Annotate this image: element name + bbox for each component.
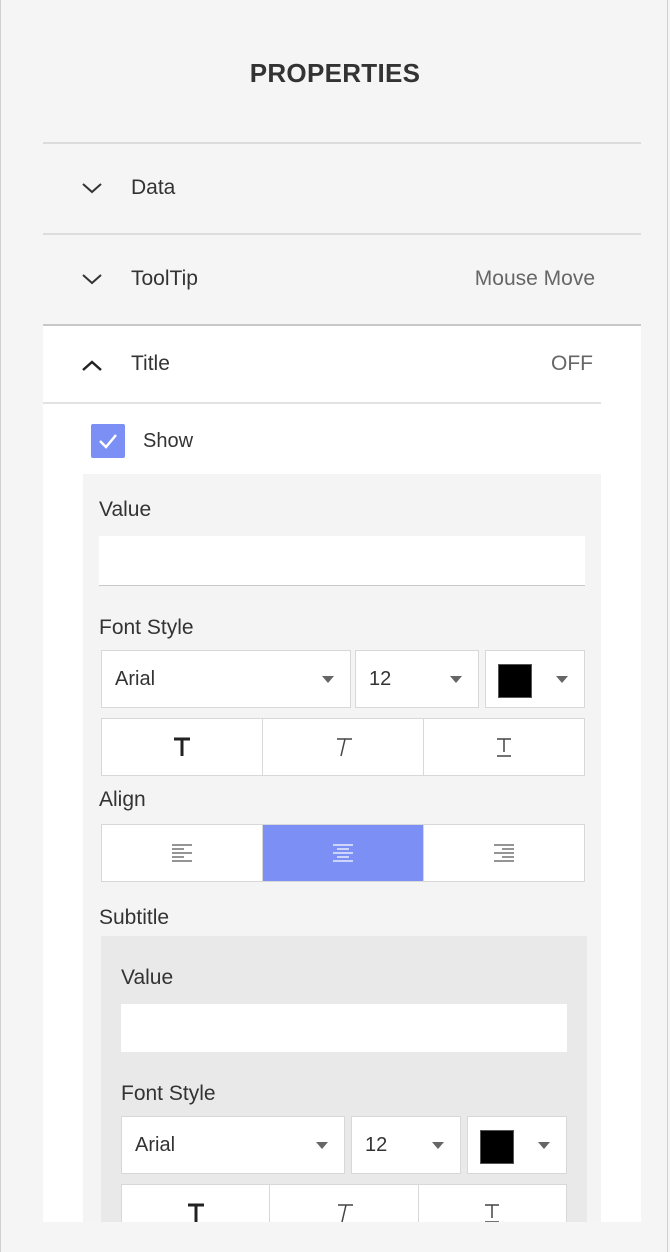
- title-bold-button[interactable]: [102, 719, 263, 775]
- title-value-input[interactable]: [99, 536, 585, 586]
- title-value-label: Value: [99, 498, 152, 521]
- section-data-header[interactable]: Data: [43, 142, 641, 232]
- align-center-icon: [333, 844, 353, 862]
- panel-title: PROPERTIES: [249, 58, 421, 88]
- bold-icon: [174, 737, 190, 756]
- align-right-icon: [494, 844, 514, 862]
- section-title-label: Title: [131, 352, 170, 375]
- check-icon: [99, 434, 117, 449]
- caret-down-icon: [450, 676, 462, 683]
- caret-down-icon: [322, 676, 334, 683]
- chevron-down-icon: [82, 274, 102, 285]
- section-tooltip-value: Mouse Move: [474, 267, 595, 290]
- caret-down-icon: [538, 1142, 550, 1149]
- section-data-label: Data: [131, 176, 176, 199]
- title-align-right-button[interactable]: [424, 825, 584, 881]
- show-checkbox[interactable]: [91, 424, 125, 458]
- subtitle-font-size-value: 12: [365, 1134, 388, 1156]
- title-italic-button[interactable]: [263, 719, 424, 775]
- caret-down-icon: [316, 1142, 328, 1149]
- title-align-buttons: [101, 824, 585, 882]
- section-title: Title OFF Show Value Font Style Arial 12: [43, 324, 641, 1252]
- subtitle-value-label: Value: [121, 966, 174, 989]
- properties-panel: PROPERTIES Data ToolTip Mouse Move Title…: [0, 0, 668, 1252]
- section-tooltip: ToolTip Mouse Move: [43, 233, 641, 323]
- subtitle-font-size-select[interactable]: 12: [351, 1116, 461, 1174]
- title-font-family-value: Arial: [115, 668, 156, 690]
- title-font-size-select[interactable]: 12: [355, 650, 479, 708]
- color-swatch: [480, 1130, 514, 1164]
- subtitle-value-input[interactable]: [121, 1004, 567, 1052]
- chevron-up-icon: [82, 360, 102, 371]
- title-align-center-button[interactable]: [263, 825, 424, 881]
- title-font-color-select[interactable]: [485, 650, 585, 708]
- color-swatch: [498, 664, 532, 698]
- underline-icon: [497, 738, 511, 757]
- subtitle-label: Subtitle: [99, 906, 170, 929]
- align-left-icon: [172, 844, 192, 862]
- show-label: Show: [143, 430, 194, 452]
- bold-icon: [187, 1203, 204, 1222]
- subtitle-font-color-select[interactable]: [467, 1116, 567, 1174]
- italic-icon: [337, 1204, 353, 1223]
- title-font-style-label: Font Style: [99, 616, 194, 639]
- title-font-style-buttons: [101, 718, 585, 776]
- subtitle-settings-box: Value Font Style Arial 12: [101, 936, 587, 1242]
- title-font-size-value: 12: [369, 668, 392, 690]
- title-align-left-button[interactable]: [102, 825, 263, 881]
- title-underline-button[interactable]: [424, 719, 584, 775]
- italic-icon: [337, 738, 352, 757]
- title-align-label: Align: [99, 788, 146, 811]
- caret-down-icon: [556, 676, 568, 683]
- section-data: Data: [43, 142, 641, 232]
- subtitle-font-style-label: Font Style: [121, 1082, 216, 1105]
- section-tooltip-header[interactable]: ToolTip Mouse Move: [43, 233, 641, 323]
- caret-down-icon: [432, 1142, 444, 1149]
- underline-icon: [485, 1204, 500, 1223]
- section-title-status: OFF: [551, 352, 593, 375]
- subtitle-font-family-select[interactable]: Arial: [121, 1116, 345, 1174]
- title-font-family-select[interactable]: Arial: [101, 650, 351, 708]
- section-tooltip-label: ToolTip: [131, 267, 198, 290]
- subtitle-font-family-value: Arial: [135, 1134, 176, 1156]
- panel-footer: [1, 1222, 667, 1252]
- section-title-header[interactable]: Title OFF: [43, 326, 601, 404]
- chevron-down-icon: [82, 183, 102, 194]
